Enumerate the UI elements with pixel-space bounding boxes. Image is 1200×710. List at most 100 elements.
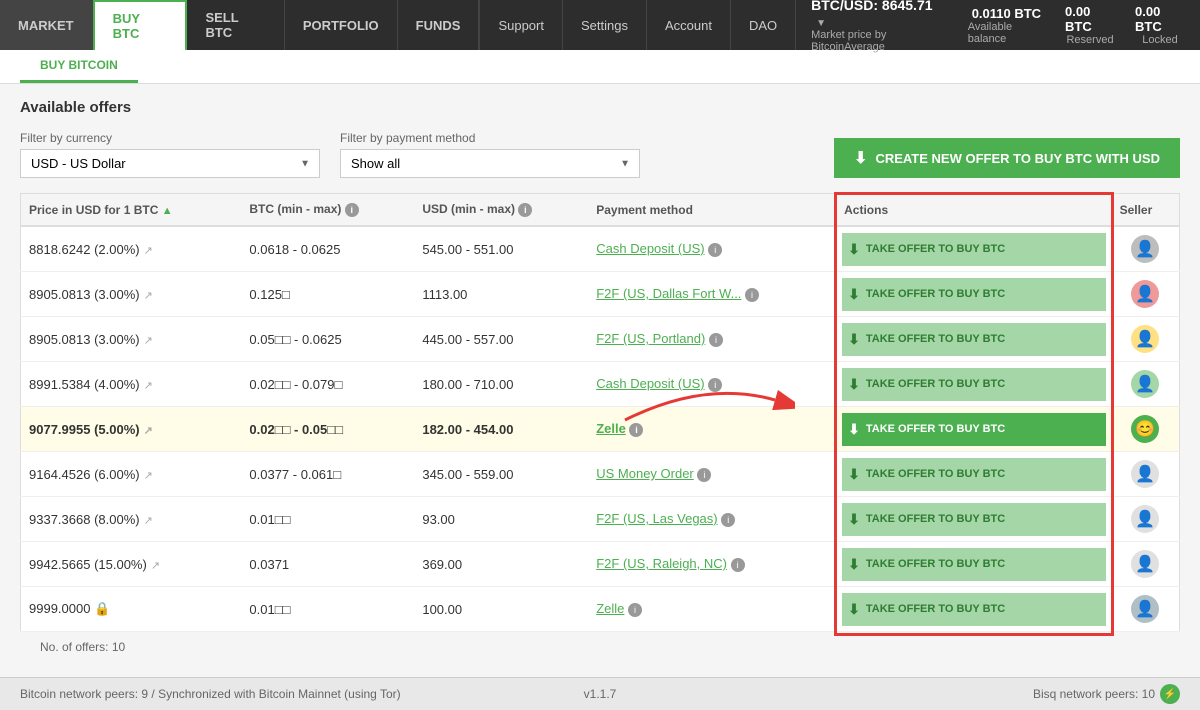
avatar: 😊 (1131, 415, 1159, 443)
take-offer-icon: ⬇ (848, 241, 860, 258)
nav-account[interactable]: Account (646, 0, 730, 50)
payment-info-icon[interactable]: i (745, 288, 759, 302)
payment-link[interactable]: F2F (US, Raleigh, NC) (596, 556, 727, 571)
nav-dao[interactable]: DAO (730, 0, 795, 50)
th-payment: Payment method (588, 194, 835, 227)
payment-info-icon[interactable]: i (708, 378, 722, 392)
td-seller: 😊 (1112, 407, 1180, 452)
nav-market[interactable]: MARKET (0, 0, 93, 50)
price-value: 9999.0000 (29, 601, 90, 616)
price-trend-icon: ↗ (144, 515, 153, 527)
payment-info-icon[interactable]: i (708, 243, 722, 257)
payment-info-icon[interactable]: i (709, 333, 723, 347)
payment-link[interactable]: Cash Deposit (US) (596, 376, 704, 391)
nav-support[interactable]: Support (479, 0, 562, 50)
th-price: Price in USD for 1 BTC ▲ (21, 194, 242, 227)
table-row: 9942.5665 (15.00%)↗0.0371369.00F2F (US, … (21, 542, 1180, 587)
td-btc: 0.01□□ (241, 497, 414, 542)
offers-table: Price in USD for 1 BTC ▲ BTC (min - max)… (20, 193, 1180, 632)
take-offer-button[interactable]: ⬇TAKE OFFER TO BUY BTC (842, 548, 1105, 581)
payment-filter-group: Filter by payment method Show all (340, 131, 640, 178)
td-price: 8991.5384 (4.00%)↗ (21, 362, 242, 407)
available-label: Available balance (968, 21, 1045, 45)
payment-link[interactable]: US Money Order (596, 466, 694, 481)
take-offer-label: TAKE OFFER TO BUY BTC (866, 243, 1005, 255)
td-usd: 180.00 - 710.00 (414, 362, 588, 407)
take-offer-label: TAKE OFFER TO BUY BTC (866, 468, 1005, 480)
price-trend-icon: ↗ (144, 425, 153, 437)
td-usd: 345.00 - 559.00 (414, 452, 588, 497)
td-price: 9337.3668 (8.00%)↗ (21, 497, 242, 542)
price-value: 8905.0813 (3.00%) (29, 332, 140, 347)
payment-info-icon[interactable]: i (629, 423, 643, 437)
status-bar: Bitcoin network peers: 9 / Synchronized … (0, 677, 1200, 710)
nav-settings[interactable]: Settings (562, 0, 646, 50)
take-offer-icon: ⬇ (848, 376, 860, 393)
payment-info-icon[interactable]: i (721, 513, 735, 527)
take-offer-button[interactable]: ⬇ TAKE OFFER TO BUY BTC (842, 233, 1105, 266)
price-source: Market price by BitcoinAverage (811, 29, 948, 53)
payment-link[interactable]: F2F (US, Dallas Fort W... (596, 286, 741, 301)
td-action: ⬇TAKE OFFER TO BUY BTC (836, 407, 1112, 452)
payment-link[interactable]: F2F (US, Portland) (596, 331, 705, 346)
price-block: BTC/USD: 8645.71 ▼ Market price by Bitco… (795, 0, 1200, 50)
nav-sell-btc[interactable]: SELL BTC (187, 0, 284, 50)
take-offer-button[interactable]: ⬇TAKE OFFER TO BUY BTC (842, 323, 1105, 356)
th-actions: Actions (836, 194, 1112, 227)
take-offer-button[interactable]: ⬇ TAKE OFFER TO BUY BTC (842, 368, 1105, 401)
btc-info-icon[interactable]: i (345, 203, 359, 217)
take-offer-button[interactable]: ⬇TAKE OFFER TO BUY BTC (842, 458, 1105, 491)
nav-funds[interactable]: FUNDS (398, 0, 480, 50)
offers-count: No. of offers: 10 (20, 632, 1180, 662)
currency-filter-group: Filter by currency USD - US Dollar (20, 131, 320, 178)
take-offer-button[interactable]: ⬇TAKE OFFER TO BUY BTC (842, 593, 1105, 626)
nav-buy-btc[interactable]: BUY BTC (93, 0, 188, 50)
td-usd: 545.00 - 551.00 (414, 226, 588, 272)
td-seller: 👤 (1112, 452, 1180, 497)
td-payment: F2F (US, Portland) i (588, 317, 835, 362)
payment-info-icon[interactable]: i (697, 468, 711, 482)
payment-link[interactable]: Zelle (596, 601, 624, 616)
reserved-balance: 0.00 BTC Reserved (1065, 4, 1115, 46)
take-offer-label: TAKE OFFER TO BUY BTC (866, 378, 1005, 390)
price-chevron[interactable]: ▼ (816, 18, 826, 29)
td-btc: 0.02□□ - 0.05□□ (241, 407, 414, 452)
take-offer-icon: ⬇ (848, 511, 860, 528)
td-action: ⬇TAKE OFFER TO BUY BTC (836, 497, 1112, 542)
version: v1.1.7 (584, 687, 617, 701)
table-row: 8818.6242 (2.00%)↗0.0618 - 0.0625545.00 … (21, 226, 1180, 272)
take-offer-button[interactable]: ⬇TAKE OFFER TO BUY BTC (842, 278, 1105, 311)
th-price-label: Price in USD for 1 BTC (29, 203, 158, 217)
bisq-icon: ⚡ (1160, 684, 1180, 704)
payment-link[interactable]: Cash Deposit (US) (596, 241, 704, 256)
payment-info-icon[interactable]: i (731, 558, 745, 572)
usd-info-icon[interactable]: i (518, 203, 532, 217)
locked-value: 0.00 BTC (1135, 4, 1185, 34)
nav-portfolio[interactable]: PORTFOLIO (285, 0, 398, 50)
td-seller: 👤 (1112, 226, 1180, 272)
payment-select[interactable]: Show all (340, 149, 640, 178)
create-offer-button[interactable]: ⬇ CREATE NEW OFFER TO BUY BTC WITH USD (834, 138, 1180, 178)
table-row: 9999.0000 🔒0.01□□100.00Zelle i⬇TAKE OFFE… (21, 587, 1180, 632)
price-value: 9077.9955 (5.00%) (29, 422, 140, 437)
th-usd: USD (min - max) i (414, 194, 588, 227)
td-price: 8905.0813 (3.00%)↗ (21, 272, 242, 317)
payment-info-icon[interactable]: i (628, 603, 642, 617)
table-row: 9337.3668 (8.00%)↗0.01□□93.00F2F (US, La… (21, 497, 1180, 542)
payment-link[interactable]: F2F (US, Las Vegas) (596, 511, 717, 526)
nav-right-group: Support Settings Account DAO BTC/USD: 86… (479, 0, 1200, 50)
td-seller: 👤 (1112, 542, 1180, 587)
td-seller: 👤 (1112, 317, 1180, 362)
sort-asc-icon[interactable]: ▲ (162, 205, 173, 217)
take-offer-label: TAKE OFFER TO BUY BTC (866, 558, 1005, 570)
take-offer-button[interactable]: ⬇TAKE OFFER TO BUY BTC (842, 503, 1105, 536)
td-usd: 1113.00 (414, 272, 588, 317)
td-btc: 0.0377 - 0.061□ (241, 452, 414, 497)
currency-select[interactable]: USD - US Dollar (20, 149, 320, 178)
take-offer-button[interactable]: ⬇TAKE OFFER TO BUY BTC (842, 413, 1105, 446)
table-row: 8905.0813 (3.00%)↗0.125□1113.00F2F (US, … (21, 272, 1180, 317)
top-navigation: MARKET BUY BTC SELL BTC PORTFOLIO FUNDS … (0, 0, 1200, 50)
td-action: ⬇TAKE OFFER TO BUY BTC (836, 587, 1112, 632)
locked-balance: 0.00 BTC Locked (1135, 4, 1185, 46)
payment-link[interactable]: Zelle (596, 421, 626, 436)
